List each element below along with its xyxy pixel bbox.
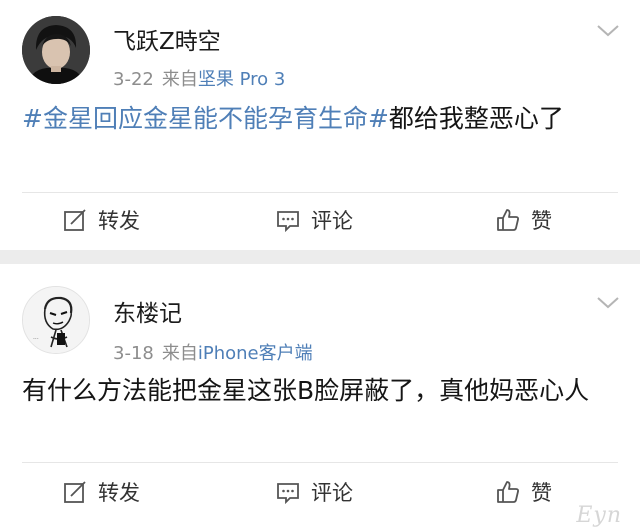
source-link[interactable]: iPhone客户端 bbox=[198, 343, 313, 364]
action-bar: 转发 评论 赞 bbox=[0, 195, 640, 245]
post-meta: 3-18 来自iPhone客户端 bbox=[113, 339, 313, 365]
weibo-feed: 飞跃Z時空 3-22 来自坚果 Pro 3 #金星回应金星能不能孕育生命#都给我整… bbox=[0, 0, 640, 532]
sketch-caricature-avatar-icon: ... bbox=[23, 287, 89, 353]
like-button[interactable]: 赞 bbox=[495, 467, 552, 517]
comment-button[interactable]: 评论 bbox=[275, 467, 353, 517]
comment-bubble-icon bbox=[277, 483, 299, 505]
source-prefix: 来自 bbox=[161, 69, 198, 90]
svg-text:...: ... bbox=[33, 334, 39, 341]
post-body: 都给我整恶心了 bbox=[388, 104, 564, 133]
hashtag-link[interactable]: #金星回应金星能不能孕育生命# bbox=[22, 104, 389, 133]
post-body: 有什么方法能把金星这张B脸屏蔽了，真他妈恶心人 bbox=[22, 376, 590, 405]
post-date: 3-22 bbox=[113, 69, 154, 90]
chevron-down-icon[interactable] bbox=[596, 24, 620, 38]
post-date: 3-18 bbox=[113, 343, 154, 364]
like-button[interactable]: 赞 bbox=[495, 195, 552, 245]
repost-label: 转发 bbox=[98, 209, 140, 233]
divider bbox=[22, 192, 618, 193]
repost-label: 转发 bbox=[98, 481, 140, 505]
chevron-down-icon[interactable] bbox=[596, 296, 620, 310]
user-avatar[interactable] bbox=[22, 16, 90, 84]
comment-label: 评论 bbox=[311, 209, 353, 233]
comment-button[interactable]: 评论 bbox=[275, 195, 353, 245]
post-meta: 3-22 来自坚果 Pro 3 bbox=[113, 65, 285, 91]
action-bar: 转发 评论 赞 bbox=[0, 467, 640, 517]
post-card: 飞跃Z時空 3-22 来自坚果 Pro 3 #金星回应金星能不能孕育生命#都给我整… bbox=[0, 0, 640, 250]
edit-repost-icon bbox=[64, 209, 86, 231]
repost-button[interactable]: 转发 bbox=[62, 467, 140, 517]
username[interactable]: 飞跃Z時空 bbox=[113, 22, 221, 56]
comment-label: 评论 bbox=[311, 481, 353, 505]
man-portrait-avatar-icon bbox=[22, 16, 90, 84]
thumbs-up-icon bbox=[497, 481, 519, 503]
source-prefix: 来自 bbox=[161, 343, 198, 364]
watermark-logo: Eyn bbox=[576, 503, 622, 528]
comment-bubble-icon bbox=[277, 211, 299, 233]
username[interactable]: 东楼记 bbox=[113, 294, 182, 328]
post-text: 有什么方法能把金星这张B脸屏蔽了，真他妈恶心人 bbox=[22, 371, 622, 410]
repost-button[interactable]: 转发 bbox=[62, 195, 140, 245]
like-label: 赞 bbox=[531, 209, 552, 233]
edit-repost-icon bbox=[64, 481, 86, 503]
thumbs-up-icon bbox=[497, 209, 519, 231]
post-card: ... 东楼记 3-18 来自iPhone客户端 有什么方法能把金星这张B脸屏蔽了… bbox=[0, 264, 640, 532]
like-label: 赞 bbox=[531, 481, 552, 505]
source-link[interactable]: 坚果 Pro 3 bbox=[198, 69, 285, 90]
user-avatar[interactable]: ... bbox=[22, 286, 90, 354]
divider bbox=[22, 462, 618, 463]
post-text: #金星回应金星能不能孕育生命#都给我整恶心了 bbox=[22, 99, 622, 138]
